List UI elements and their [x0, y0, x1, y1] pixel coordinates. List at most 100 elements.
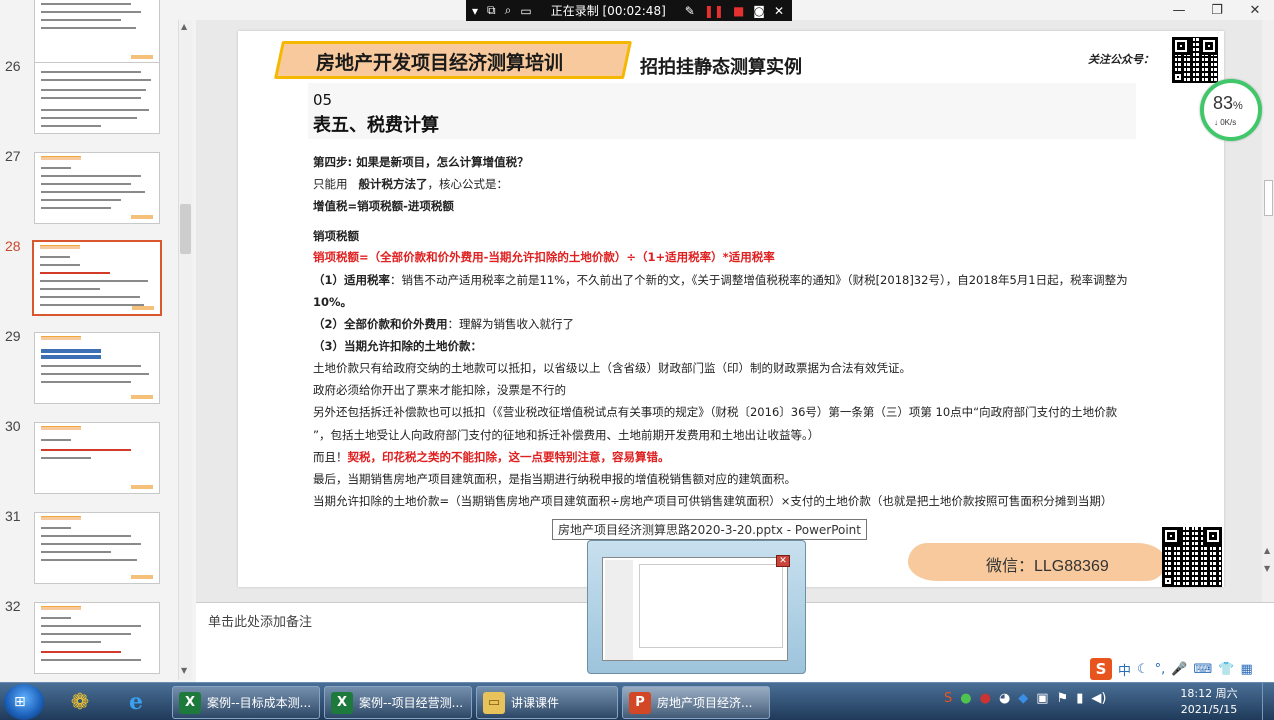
slide-thumbnail-27[interactable] [34, 152, 160, 224]
zoom-icon[interactable]: ⌕ [505, 3, 512, 18]
recorder-close-icon[interactable]: ✕ [774, 4, 784, 18]
scroll-up-icon[interactable]: ▲ [181, 22, 187, 31]
microphone-icon[interactable]: 🎤 [1171, 662, 1187, 677]
taskbar-preview-tooltip: 房地产项目经济测算思路2020-3-20.pptx - PowerPoint [552, 519, 867, 540]
toolbox-icon[interactable]: ▦ [1240, 662, 1252, 677]
slide-thumbnail-26[interactable] [34, 62, 160, 134]
minimize-icon[interactable]: — [1160, 0, 1198, 20]
wechat-tray-icon[interactable]: ● [960, 691, 971, 706]
folder-icon: ▭ [483, 691, 505, 714]
follow-label: 关注公众号： [1088, 53, 1154, 66]
line-rate: （1）适用税率：销售不动产适用税率之前是11%，不久前出了个新的文，《关于调整增… [313, 273, 1128, 287]
slide-thumbnail-30[interactable] [34, 422, 160, 494]
ie-pinned-icon[interactable]: e [116, 686, 156, 718]
slide-number-29: 29 [5, 328, 21, 344]
taskbar-excel-1[interactable]: X 案例--目标成本测... [172, 686, 320, 719]
taskbar-window-preview[interactable] [587, 540, 806, 674]
line-land-1: 土地价款只有给政府交纳的土地款可以抵扣，以省级以上（含省级）财政部门监（印）制的… [313, 361, 911, 375]
slide-number-26: 26 [5, 58, 21, 74]
line-step4: 第四步: 如果是新项目，怎么计算增值税？ [313, 155, 529, 169]
scroll-down-icon[interactable]: ▼ [181, 666, 187, 675]
stop-icon[interactable]: ■ [733, 4, 744, 18]
line-and: 而且！契税，印花税之类的不能扣除，这一点要特别注意，容易算错。 [313, 450, 670, 464]
clock-time: 18:12 周六 [1180, 687, 1238, 700]
slide-scrollbar[interactable]: ▲ ▼ [1262, 20, 1274, 602]
line-output-tax-head: 销项税额 [313, 229, 359, 243]
network-icon[interactable]: ▮ [1076, 691, 1083, 706]
slide-thumbnail-28[interactable] [32, 240, 162, 316]
qq-tray-icon[interactable]: ◕ [999, 691, 1010, 706]
taskbar-label: 案例--项目经营测... [359, 696, 464, 710]
pen-icon[interactable]: ✎ [685, 4, 695, 18]
scrollbar-thumb[interactable] [180, 204, 191, 254]
line-rate-value: 10%。 [313, 295, 353, 309]
flag-tray-icon[interactable]: ⚑ [1057, 691, 1069, 706]
side-pane-tab[interactable] [1264, 180, 1273, 216]
punctuation-icon[interactable]: °, [1155, 662, 1166, 677]
window-icon[interactable]: ⧉ [487, 3, 496, 18]
download-rate: ↓ 0K/s [1214, 118, 1237, 127]
slide-thumbnail-31[interactable] [34, 512, 160, 584]
collapse-icon[interactable]: ▾ [472, 4, 478, 18]
taskbar-folder[interactable]: ▭ 讲课课件 [476, 686, 618, 719]
line-land-label: （3）当期允许扣除的土地价款： [313, 339, 482, 353]
taskbar-label: 房地产项目经济... [657, 696, 753, 710]
section-number: 05 [313, 91, 333, 109]
slide-title-banner: 房地产开发项目经济测算培训 [316, 52, 564, 74]
preview-thumbnail [602, 557, 788, 661]
input-mode-toggle[interactable]: 中 [1118, 660, 1131, 679]
wechat-contact: 微信：LLG88369 [986, 558, 1109, 575]
scroll-down-icon[interactable]: ▼ [1264, 564, 1270, 573]
system-tray: S ● ● ◕ ◆ ▣ ⚑ ▮ ◀) [944, 691, 1106, 706]
line-land-4: ”，包括土地受让人向政府部门支付的征地和拆迁补偿费用、土地前期开发费用和土地出让… [313, 428, 820, 442]
slide-thumbnail-29[interactable] [34, 332, 160, 404]
current-slide[interactable]: 房地产开发项目经济测算培训 招拍挂静态测算实例 关注公众号： 05 表五、税费计… [238, 31, 1224, 587]
recording-status: 正在录制 [00:02:48] [550, 4, 666, 18]
browser-pinned-icon[interactable]: ❁ [60, 686, 100, 718]
scroll-up-icon[interactable]: ▲ [1264, 546, 1270, 555]
preview-close-icon[interactable]: ✕ [776, 555, 790, 567]
qr-code-top [1172, 37, 1218, 83]
close-icon[interactable]: ✕ [1236, 0, 1274, 20]
taskbar-powerpoint[interactable]: P 房地产项目经济... [622, 686, 770, 719]
excel-icon: X [331, 691, 353, 714]
show-desktop-button[interactable] [1262, 683, 1274, 720]
slide-number-32: 32 [5, 598, 21, 614]
window-controls: — ❐ ✕ [1160, 0, 1274, 20]
notes-placeholder: 单击此处添加备注 [208, 615, 313, 630]
maximize-icon[interactable]: ❐ [1198, 0, 1236, 20]
slide-subtitle: 招拍挂静态测算实例 [640, 57, 802, 78]
taskbar-label: 案例--目标成本测... [207, 696, 312, 710]
keyboard-icon[interactable]: ⌨ [1194, 662, 1213, 677]
record-tray-icon[interactable]: ● [980, 691, 991, 706]
sogou-tray-icon[interactable]: S [944, 691, 952, 706]
line-land-3: 另外还包括拆迁补偿款也可以抵扣（《营业税改征增值税试点有关事项的规定》（财税〔2… [313, 405, 1118, 419]
slide-thumbnail-25[interactable] [34, 0, 160, 64]
slide-thumbnail-32[interactable] [34, 602, 160, 674]
taskbar-excel-2[interactable]: X 案例--项目经营测... [324, 686, 472, 719]
system-clock[interactable]: 18:12 周六 2021/5/15 [1176, 686, 1242, 718]
skin-icon[interactable]: 👕 [1218, 662, 1234, 677]
pause-icon[interactable]: ❚❚ [704, 4, 724, 18]
thumbnail-scrollbar[interactable]: ▲ ▼ [178, 20, 192, 680]
sogou-input-bar: S 中 ☾ °, 🎤 ⌨ 👕 ▦ [1088, 656, 1274, 682]
memory-percent: 83% [1213, 93, 1243, 113]
clock-date: 2021/5/15 [1180, 703, 1238, 716]
qr-code-bottom [1162, 527, 1222, 587]
security-tray-icon[interactable]: ▣ [1036, 691, 1048, 706]
section-title: 表五、税费计算 [313, 115, 439, 136]
app-tray-icon[interactable]: ◆ [1018, 691, 1028, 706]
slide-number-31: 31 [5, 508, 21, 524]
screen-recorder-bar: ▾ ⧉ ⌕ ▭ 正在录制 [00:02:48] ✎ ❚❚ ■ ◙ ✕ [466, 0, 792, 21]
volume-icon[interactable]: ◀) [1091, 691, 1106, 706]
camera-icon[interactable]: ◙ [753, 4, 765, 18]
line-land-2: 政府必须给你开出了票来才能扣除，没票是不行的 [313, 383, 566, 397]
moon-icon[interactable]: ☾ [1137, 662, 1149, 677]
line-all-price: （2）全部价款和价外费用：理解为销售收入就行了 [313, 317, 575, 331]
region-icon[interactable]: ▭ [520, 4, 531, 18]
line-last-2: 当期允许扣除的土地价款=（当期销售房地产项目建筑面积÷房地产项目可供销售建筑面积… [313, 494, 1113, 508]
sogou-logo-icon[interactable]: S [1090, 658, 1112, 680]
taskbar-label: 讲课课件 [511, 696, 560, 710]
line-only-use: 只能用 般计税方法了，核心公式是： [313, 177, 508, 191]
line-last-1: 最后，当期销售房地产项目建筑面积，是指当期进行纳税申报的增值税销售额对应的建筑面… [313, 472, 796, 486]
